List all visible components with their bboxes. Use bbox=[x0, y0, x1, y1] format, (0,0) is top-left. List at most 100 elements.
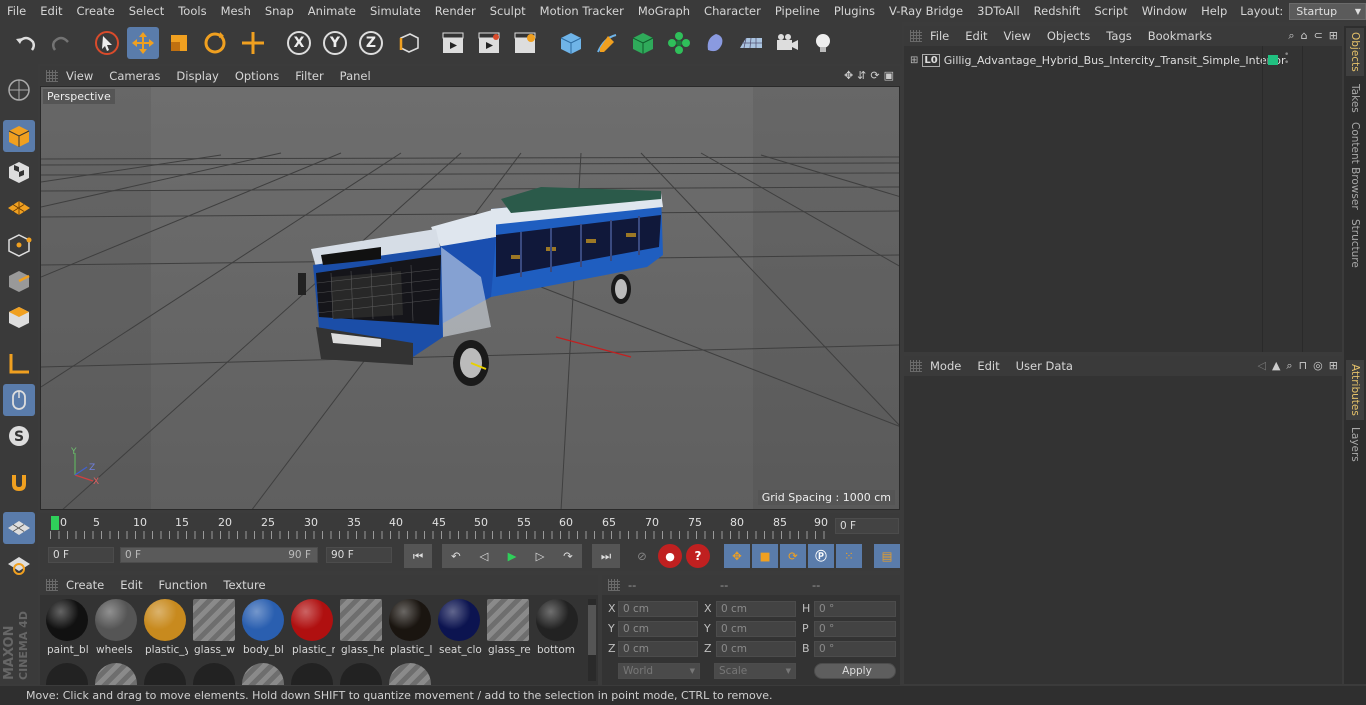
position-z-field[interactable]: 0 cm bbox=[618, 641, 698, 657]
menu-3dtoall[interactable]: 3DToAll bbox=[970, 4, 1027, 18]
playhead-marker[interactable] bbox=[51, 516, 59, 530]
search-icon[interactable]: ⌕ bbox=[1288, 29, 1294, 43]
autokeying-button[interactable]: ? bbox=[686, 544, 710, 568]
next-key-button[interactable]: ↷ bbox=[554, 544, 582, 568]
menu-help[interactable]: Help bbox=[1194, 4, 1234, 18]
rotation-p-field[interactable]: 0 ° bbox=[814, 621, 896, 637]
viewport-menu-cameras[interactable]: Cameras bbox=[101, 69, 168, 83]
tweak-mode-button[interactable] bbox=[3, 384, 35, 416]
material-swatch[interactable]: seat_clo bbox=[436, 597, 482, 659]
coordinate-system-button[interactable] bbox=[393, 27, 425, 59]
menu-create[interactable]: Create bbox=[70, 4, 122, 18]
axis-mode-button[interactable] bbox=[3, 348, 35, 380]
deformer-button[interactable] bbox=[699, 27, 731, 59]
viewport-menu-options[interactable]: Options bbox=[227, 69, 287, 83]
lock-icon[interactable]: ⊓ bbox=[1299, 359, 1308, 373]
transform-tool-button[interactable] bbox=[237, 27, 269, 59]
material-scrollbar[interactable] bbox=[588, 599, 596, 681]
cube-object-button[interactable] bbox=[555, 27, 587, 59]
new-window-icon[interactable]: ⊞ bbox=[1329, 359, 1338, 373]
go-to-end-button[interactable]: ⏭ bbox=[592, 544, 620, 568]
viewport-menu-panel[interactable]: Panel bbox=[332, 69, 379, 83]
model-mode-button[interactable] bbox=[3, 120, 35, 152]
menu-character[interactable]: Character bbox=[697, 4, 768, 18]
workplane-mode-button[interactable] bbox=[3, 192, 35, 224]
target-icon[interactable]: ◎ bbox=[1313, 359, 1323, 373]
dolly-view-icon[interactable]: ⇵ bbox=[857, 69, 866, 82]
timeline-ruler[interactable]: 0 5 10 15 20 25 30 35 40 45 50 55 60 65 … bbox=[40, 513, 900, 541]
z-axis-lock-button[interactable]: Z bbox=[355, 27, 387, 59]
start-frame-field[interactable]: 0 F bbox=[48, 547, 114, 563]
snap-button[interactable] bbox=[3, 466, 35, 498]
material-preview[interactable] bbox=[144, 663, 186, 685]
object-menu-tags[interactable]: Tags bbox=[1098, 29, 1139, 43]
next-frame-button[interactable]: ▷ bbox=[526, 544, 554, 568]
material-preview[interactable] bbox=[291, 663, 333, 685]
current-frame-field[interactable]: 0 F bbox=[835, 518, 899, 534]
polygons-mode-button[interactable] bbox=[3, 301, 35, 333]
key-parameter-button[interactable]: Ⓟ bbox=[808, 544, 834, 568]
orbit-view-icon[interactable]: ⟳ bbox=[870, 69, 879, 82]
new-window-icon[interactable]: ⊞ bbox=[1329, 29, 1338, 43]
material-swatch[interactable]: wheels bbox=[93, 597, 139, 659]
material-swatch[interactable]: glass_w bbox=[191, 597, 237, 659]
move-tool-button[interactable] bbox=[127, 27, 159, 59]
material-preview[interactable] bbox=[95, 663, 137, 685]
workplane-lock-button[interactable] bbox=[3, 512, 35, 544]
back-arrow-icon[interactable]: ◁ bbox=[1257, 359, 1265, 373]
end-frame-field[interactable]: 90 F bbox=[326, 547, 392, 563]
material-swatch[interactable]: body_bl bbox=[240, 597, 286, 659]
up-arrow-icon[interactable]: ▲ bbox=[1272, 359, 1280, 373]
object-row[interactable]: ⊞ L0 Gillig_Advantage_Hybrid_Bus_Interci… bbox=[904, 50, 1304, 70]
apply-button[interactable]: Apply bbox=[814, 663, 896, 679]
key-rotation-button[interactable]: ⟳ bbox=[780, 544, 806, 568]
object-menu-objects[interactable]: Objects bbox=[1039, 29, 1098, 43]
record-button[interactable]: ● bbox=[658, 544, 682, 568]
x-axis-lock-button[interactable]: X bbox=[283, 27, 315, 59]
menu-tools[interactable]: Tools bbox=[171, 4, 213, 18]
viewport-menu-filter[interactable]: Filter bbox=[287, 69, 331, 83]
camera-button[interactable] bbox=[771, 27, 803, 59]
render-picture-viewer-button[interactable] bbox=[473, 27, 505, 59]
menu-mograph[interactable]: MoGraph bbox=[631, 4, 697, 18]
tab-layers[interactable]: Layers bbox=[1346, 424, 1364, 464]
tab-objects[interactable]: Objects bbox=[1346, 28, 1364, 76]
tab-content-browser[interactable]: Content Browser bbox=[1346, 120, 1364, 212]
scale-tool-button[interactable] bbox=[163, 27, 195, 59]
menu-edit[interactable]: Edit bbox=[33, 4, 69, 18]
object-menu-bookmarks[interactable]: Bookmarks bbox=[1140, 29, 1220, 43]
render-settings-button[interactable] bbox=[509, 27, 541, 59]
key-pla-button[interactable]: ⁙ bbox=[836, 544, 862, 568]
make-editable-button[interactable] bbox=[3, 74, 35, 106]
menu-motion-tracker[interactable]: Motion Tracker bbox=[533, 4, 631, 18]
material-preview[interactable] bbox=[389, 663, 431, 685]
environment-button[interactable] bbox=[735, 27, 767, 59]
menu-simulate[interactable]: Simulate bbox=[363, 4, 428, 18]
menu-snap[interactable]: Snap bbox=[258, 4, 301, 18]
visibility-dots-icon[interactable]: • • bbox=[1284, 51, 1289, 68]
menu-sculpt[interactable]: Sculpt bbox=[483, 4, 533, 18]
mograph-cloner-button[interactable] bbox=[663, 27, 695, 59]
solo-mode-button[interactable]: S bbox=[3, 420, 35, 452]
menu-pipeline[interactable]: Pipeline bbox=[768, 4, 827, 18]
object-name[interactable]: Gillig_Advantage_Hybrid_Bus_Intercity_Tr… bbox=[944, 54, 1286, 67]
points-mode-button[interactable] bbox=[3, 229, 35, 261]
attribute-menu-mode[interactable]: Mode bbox=[922, 359, 969, 373]
object-menu-view[interactable]: View bbox=[996, 29, 1039, 43]
scrollbar-thumb[interactable] bbox=[588, 605, 596, 655]
live-selection-button[interactable] bbox=[91, 27, 123, 59]
pen-spline-button[interactable] bbox=[591, 27, 623, 59]
coordinate-space-dropdown[interactable]: World ▼ bbox=[618, 663, 700, 679]
tab-takes[interactable]: Takes bbox=[1346, 80, 1364, 116]
attribute-menu-user-data[interactable]: User Data bbox=[1008, 359, 1081, 373]
rotation-b-field[interactable]: 0 ° bbox=[814, 641, 896, 657]
home-icon[interactable]: ⌂ bbox=[1301, 29, 1308, 43]
material-swatch[interactable]: plastic_r bbox=[289, 597, 335, 659]
size-y-field[interactable]: 0 cm bbox=[716, 621, 796, 637]
menu-vray-bridge[interactable]: V-Ray Bridge bbox=[882, 4, 970, 18]
tab-structure[interactable]: Structure bbox=[1346, 216, 1364, 270]
expand-icon[interactable]: ⊞ bbox=[910, 55, 918, 66]
menu-animate[interactable]: Animate bbox=[301, 4, 363, 18]
layer-color-swatch[interactable] bbox=[1268, 55, 1278, 65]
material-preview[interactable] bbox=[193, 663, 235, 685]
